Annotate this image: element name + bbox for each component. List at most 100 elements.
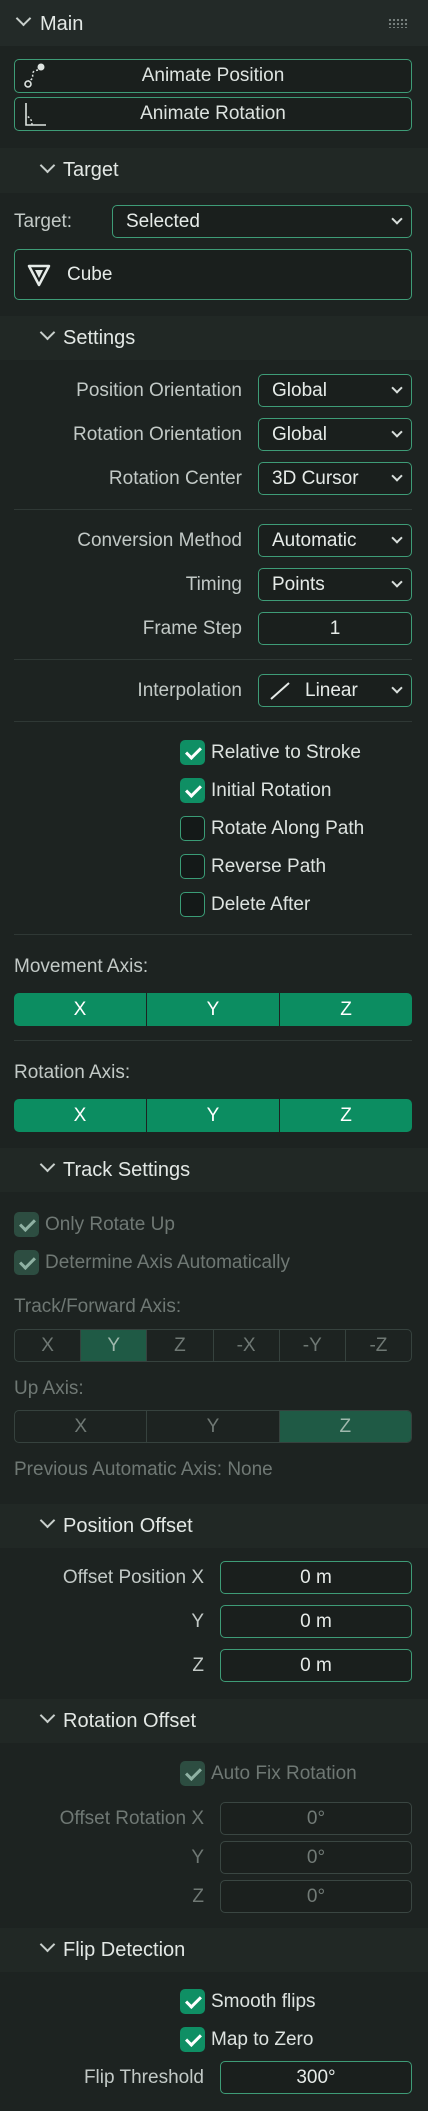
offset-position-x-field[interactable]: 0 m bbox=[220, 1561, 412, 1594]
drag-handle-icon[interactable] bbox=[388, 18, 408, 28]
timing-value: Points bbox=[272, 574, 325, 595]
offset-position-z-field[interactable]: 0 m bbox=[220, 1649, 412, 1682]
timing-dropdown[interactable]: Points bbox=[258, 568, 412, 601]
offset-rotation-z-value: 0° bbox=[306, 1886, 326, 1907]
determine-axis-checkbox[interactable] bbox=[14, 1250, 39, 1275]
movement-axis-label: Movement Axis: bbox=[14, 956, 149, 977]
target-object-name: Cube bbox=[67, 264, 113, 285]
timing-label: Timing bbox=[185, 574, 242, 595]
relative-to-stroke-label: Relative to Stroke bbox=[211, 742, 361, 763]
rotation-axis-z[interactable]: Z bbox=[280, 1099, 412, 1132]
chevron-down-icon bbox=[391, 426, 403, 438]
chevron-down-icon bbox=[391, 213, 403, 225]
mesh-object-icon bbox=[27, 264, 51, 287]
only-rotate-up-checkbox[interactable] bbox=[14, 1212, 39, 1237]
frame-step-field[interactable]: 1 bbox=[258, 612, 412, 645]
chevron-down-icon bbox=[391, 470, 403, 482]
offset-rotation-y-field[interactable]: 0° bbox=[220, 1841, 412, 1874]
divider bbox=[14, 934, 412, 935]
track-settings-title: Track Settings bbox=[63, 1159, 191, 1181]
animate-rotation-label: Animate Rotation bbox=[140, 103, 286, 124]
flip-detection-title: Flip Detection bbox=[63, 1939, 186, 1961]
frame-step-value: 1 bbox=[329, 618, 341, 639]
rotation-orientation-dropdown[interactable]: Global bbox=[258, 418, 412, 451]
forward-axis-neg-x[interactable]: -X bbox=[214, 1330, 280, 1361]
animate-position-button[interactable]: Animate Position bbox=[14, 59, 412, 93]
track-forward-axis-selector[interactable]: X Y Z -X -Y -Z bbox=[14, 1329, 412, 1362]
movement-axis-selector[interactable]: X Y Z bbox=[14, 993, 412, 1026]
target-value: Selected bbox=[126, 211, 200, 232]
offset-rotation-z-field[interactable]: 0° bbox=[220, 1880, 412, 1913]
interpolation-dropdown[interactable]: Linear bbox=[258, 674, 412, 707]
position-orientation-dropdown[interactable]: Global bbox=[258, 374, 412, 407]
divider bbox=[14, 659, 412, 660]
position-orientation-label: Position Orientation bbox=[76, 380, 242, 401]
rotation-center-dropdown[interactable]: 3D Cursor bbox=[258, 462, 412, 495]
target-dropdown[interactable]: Selected bbox=[112, 205, 412, 238]
main-panel-title: Main bbox=[40, 13, 84, 35]
chevron-down-icon bbox=[391, 382, 403, 394]
offset-position-z-label: Z bbox=[192, 1655, 204, 1676]
up-axis-selector[interactable]: X Y Z bbox=[14, 1410, 412, 1443]
movement-axis-y[interactable]: Y bbox=[147, 993, 280, 1026]
path-points-icon bbox=[24, 63, 45, 88]
determine-axis-label: Determine Axis Automatically bbox=[45, 1252, 290, 1273]
movement-axis-z[interactable]: Z bbox=[280, 993, 412, 1026]
initial-rotation-label: Initial Rotation bbox=[211, 780, 332, 801]
interpolation-value: Linear bbox=[305, 680, 358, 701]
smooth-flips-checkbox[interactable] bbox=[180, 1989, 205, 2014]
offset-rotation-y-value: 0° bbox=[306, 1847, 326, 1868]
offset-position-y-value: 0 m bbox=[300, 1611, 332, 1632]
reverse-path-checkbox[interactable] bbox=[180, 854, 205, 879]
rotation-orientation-value: Global bbox=[272, 424, 327, 445]
forward-axis-neg-z[interactable]: -Z bbox=[346, 1330, 411, 1361]
offset-rotation-x-field[interactable]: 0° bbox=[220, 1802, 412, 1835]
rotation-axis-selector[interactable]: X Y Z bbox=[14, 1099, 412, 1132]
chevron-down-icon bbox=[391, 682, 403, 694]
offset-rotation-y-label: Y bbox=[191, 1847, 204, 1868]
divider bbox=[14, 1040, 412, 1041]
auto-fix-rotation-checkbox[interactable] bbox=[180, 1761, 205, 1786]
delete-after-checkbox[interactable] bbox=[180, 892, 205, 917]
rotation-orientation-label: Rotation Orientation bbox=[73, 424, 242, 445]
offset-position-y-field[interactable]: 0 m bbox=[220, 1605, 412, 1638]
chevron-down-icon bbox=[391, 532, 403, 544]
conversion-method-dropdown[interactable]: Automatic bbox=[258, 524, 412, 557]
divider bbox=[14, 509, 412, 510]
animate-position-label: Animate Position bbox=[141, 65, 285, 86]
target-object-field[interactable]: Cube bbox=[14, 249, 412, 300]
animate-rotation-button[interactable]: Animate Rotation bbox=[14, 97, 412, 131]
target-section-title: Target bbox=[63, 159, 119, 181]
up-axis-y[interactable]: Y bbox=[147, 1411, 280, 1442]
linear-interpolation-icon bbox=[270, 682, 290, 700]
forward-axis-x[interactable]: X bbox=[15, 1330, 82, 1361]
rotation-axis-x[interactable]: X bbox=[14, 1099, 147, 1132]
initial-rotation-checkbox[interactable] bbox=[180, 778, 205, 803]
movement-axis-x[interactable]: X bbox=[14, 993, 147, 1026]
offset-position-y-label: Y bbox=[191, 1611, 204, 1632]
up-axis-label: Up Axis: bbox=[14, 1378, 84, 1399]
rotate-along-path-checkbox[interactable] bbox=[180, 816, 205, 841]
forward-axis-y[interactable]: Y bbox=[81, 1330, 148, 1361]
rotation-center-value: 3D Cursor bbox=[272, 468, 359, 489]
map-to-zero-label: Map to Zero bbox=[211, 2029, 314, 2050]
up-axis-z[interactable]: Z bbox=[279, 1411, 411, 1442]
flip-threshold-label: Flip Threshold bbox=[83, 2067, 204, 2088]
up-axis-x[interactable]: X bbox=[15, 1411, 148, 1442]
forward-axis-z[interactable]: Z bbox=[147, 1330, 214, 1361]
target-label: Target: bbox=[14, 211, 73, 232]
rotation-axis-y[interactable]: Y bbox=[147, 1099, 280, 1132]
delete-after-label: Delete After bbox=[211, 894, 311, 915]
forward-axis-neg-y[interactable]: -Y bbox=[280, 1330, 346, 1361]
flip-threshold-field[interactable]: 300° bbox=[220, 2061, 412, 2094]
offset-rotation-x-label: Offset Rotation X bbox=[59, 1808, 204, 1829]
position-offset-title: Position Offset bbox=[63, 1515, 193, 1537]
frame-step-label: Frame Step bbox=[142, 618, 242, 639]
relative-to-stroke-checkbox[interactable] bbox=[180, 740, 205, 765]
rotation-center-label: Rotation Center bbox=[108, 468, 242, 489]
map-to-zero-checkbox[interactable] bbox=[180, 2027, 205, 2052]
offset-position-x-value: 0 m bbox=[300, 1567, 332, 1588]
flip-threshold-value: 300° bbox=[296, 2067, 336, 2088]
reverse-path-label: Reverse Path bbox=[211, 856, 327, 877]
offset-position-x-label: Offset Position X bbox=[62, 1567, 204, 1588]
